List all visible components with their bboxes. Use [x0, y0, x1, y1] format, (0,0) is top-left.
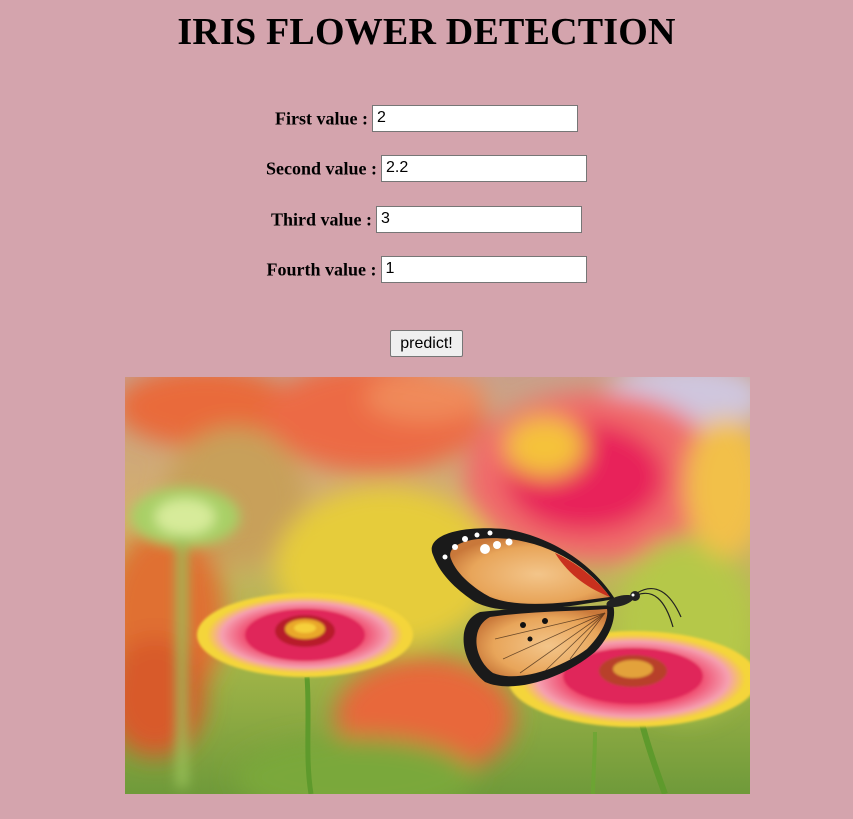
- field-row-fourth: Fourth value :: [0, 255, 853, 283]
- second-value-input[interactable]: [381, 154, 587, 182]
- submit-row: predict!: [0, 330, 853, 357]
- third-value-label: Third value :: [270, 209, 372, 230]
- field-row-first: First value :: [0, 104, 853, 132]
- butterfly-flower-image: [125, 377, 750, 794]
- first-value-label: First value :: [275, 108, 368, 129]
- fourth-value-input[interactable]: [380, 255, 587, 283]
- first-value-input[interactable]: [371, 104, 578, 132]
- prediction-form: First value : Second value : Third value…: [0, 0, 853, 370]
- second-value-label: Second value :: [265, 158, 377, 179]
- field-row-second: Second value :: [0, 154, 853, 182]
- predict-button[interactable]: predict!: [390, 330, 463, 357]
- field-row-third: Third value :: [0, 205, 853, 233]
- third-value-input[interactable]: [376, 205, 582, 233]
- fourth-value-label: Fourth value :: [266, 259, 377, 280]
